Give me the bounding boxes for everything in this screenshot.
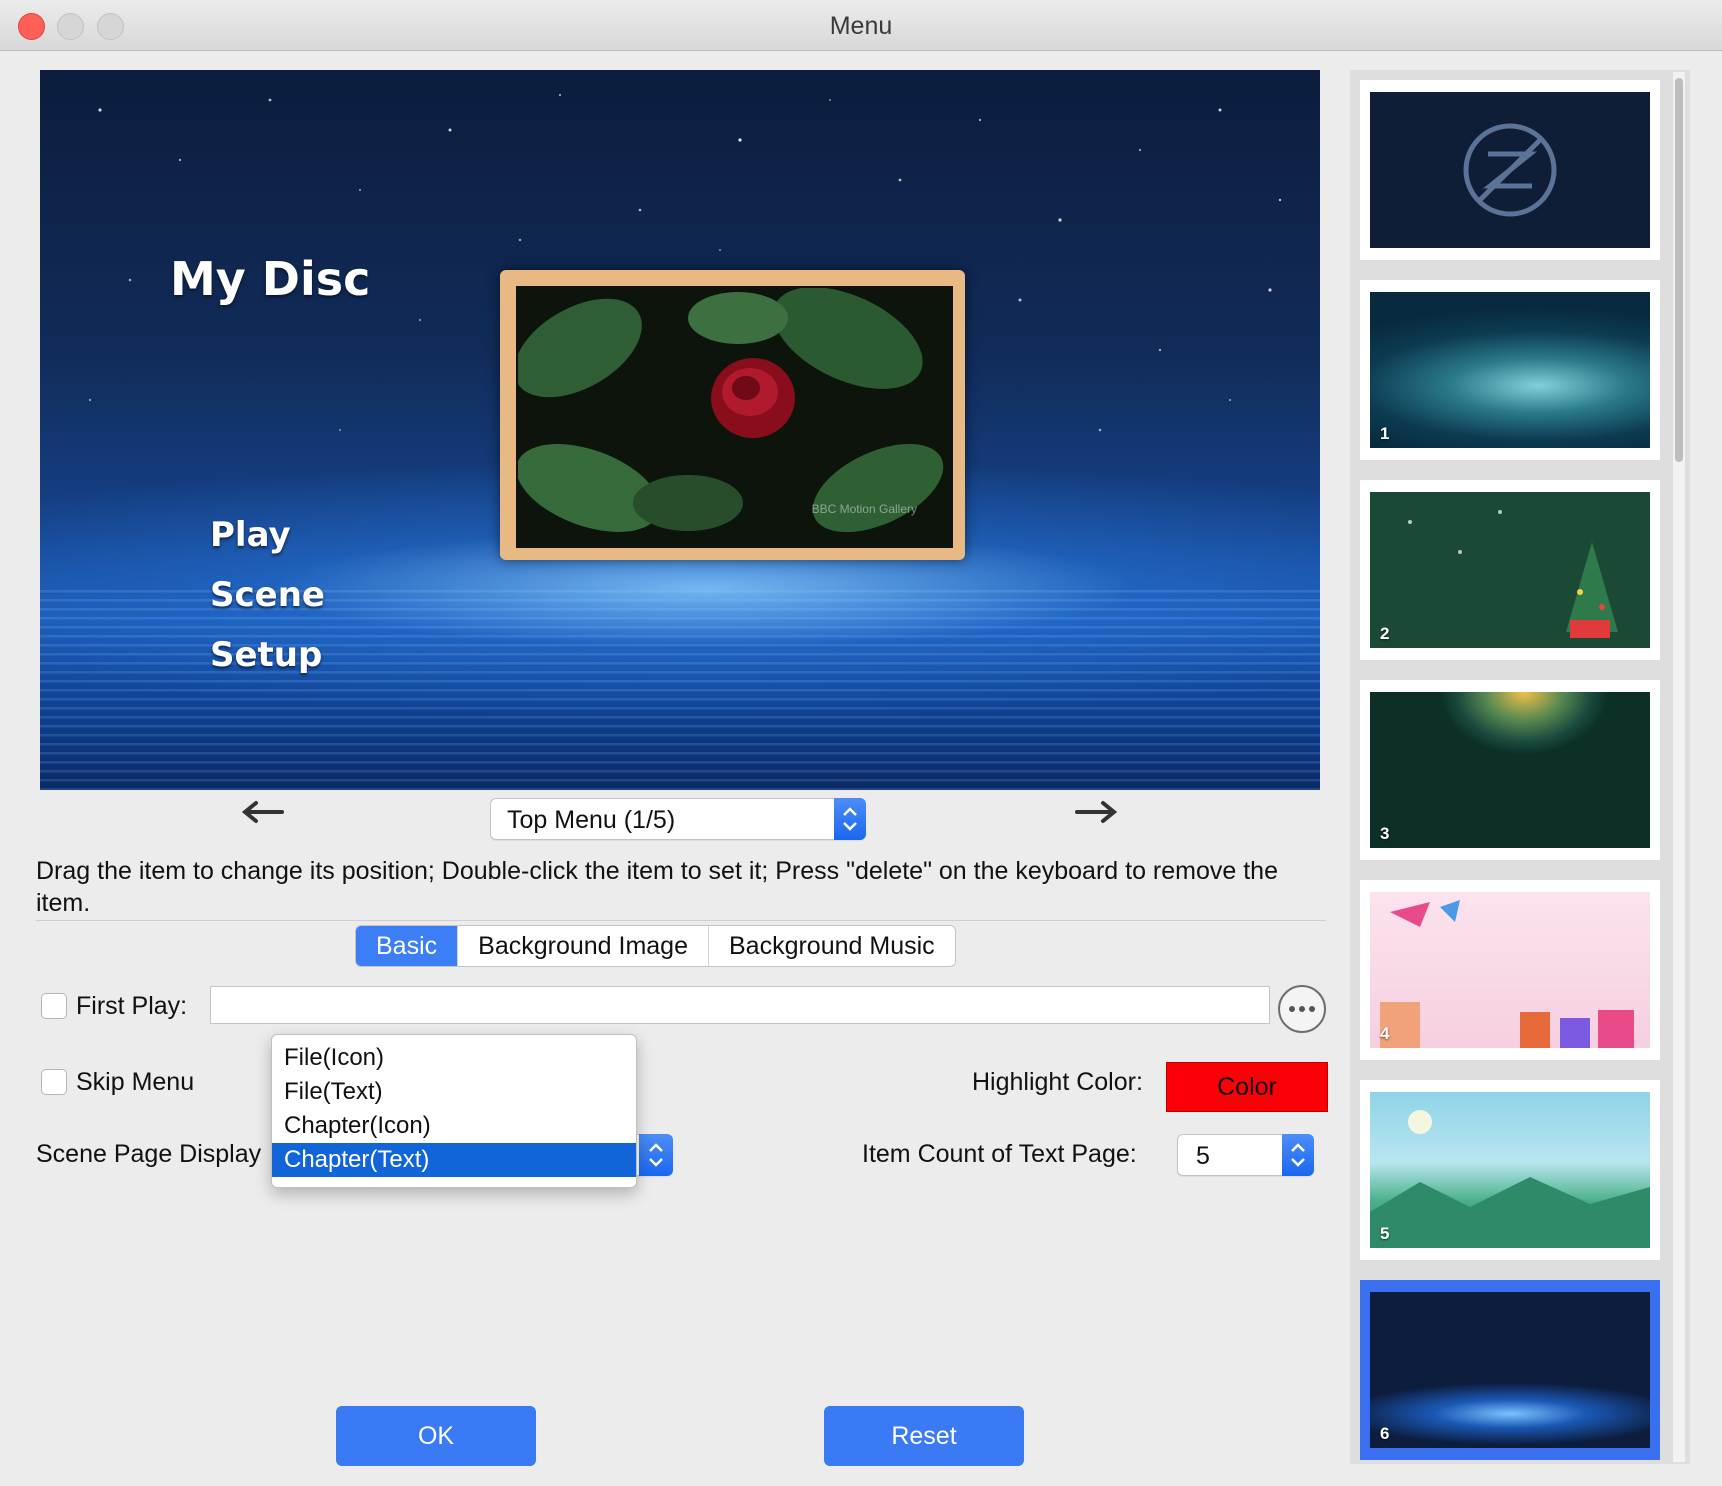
template-number: 5	[1380, 1224, 1390, 1243]
scene-page-display-label: Scene Page Display	[36, 1140, 262, 1168]
menu-item-play[interactable]: Play	[210, 515, 291, 555]
divider	[36, 920, 1326, 921]
first-play-checkbox[interactable]	[41, 993, 67, 1019]
scene-stepper-icon	[639, 1134, 673, 1176]
ok-button[interactable]: OK	[336, 1406, 536, 1466]
title-bar: Menu	[0, 0, 1722, 51]
skip-menu-checkbox[interactable]	[41, 1069, 67, 1095]
skip-menu-label: Skip Menu	[76, 1068, 195, 1096]
first-play-field[interactable]	[210, 986, 1270, 1024]
template-none[interactable]	[1360, 80, 1660, 260]
menu-item-scene[interactable]: Scene	[210, 575, 325, 615]
template-number: 4	[1380, 1024, 1390, 1043]
option-file-icon[interactable]: File(Icon)	[272, 1041, 636, 1075]
no-template-icon	[1463, 123, 1557, 217]
menu-preview[interactable]: My Disc Play Scene Setup BBC Motion Gall…	[40, 70, 1320, 790]
option-file-text[interactable]: File(Text)	[272, 1075, 636, 1109]
tab-basic[interactable]: Basic	[356, 926, 459, 966]
template-5-image	[1370, 1092, 1650, 1248]
first-play-label: First Play:	[76, 992, 188, 1020]
menu-page-select[interactable]: Top Menu (1/5)	[490, 798, 866, 840]
template-2-image	[1370, 492, 1650, 648]
template-1-image	[1370, 292, 1650, 448]
highlight-color-button[interactable]: Color	[1166, 1062, 1328, 1112]
birthday-image	[1380, 900, 1634, 1048]
christmas-tree-image	[1408, 510, 1618, 638]
more-options-icon[interactable]	[1278, 985, 1326, 1033]
landscape-image	[1370, 1110, 1650, 1248]
water-reflection	[40, 590, 1320, 790]
scrollbar-thumb[interactable]	[1675, 78, 1683, 462]
settings-tabs: Basic Background Image Background Music	[355, 925, 956, 967]
template-list[interactable]: 1 2 3 4 5 6	[1350, 70, 1690, 1464]
window-title: Menu	[829, 12, 893, 40]
template-3-image	[1370, 692, 1650, 848]
template-scrollbar[interactable]	[1673, 72, 1685, 1462]
template-none-image	[1370, 92, 1650, 248]
video-thumbnail: BBC Motion Gallery	[516, 286, 953, 548]
template-2[interactable]: 2	[1360, 480, 1660, 660]
scene-page-display-dropdown: File(Icon) File(Text) Chapter(Icon) Chap…	[271, 1034, 637, 1188]
template-5[interactable]: 5	[1360, 1080, 1660, 1260]
option-chapter-icon[interactable]: Chapter(Icon)	[272, 1109, 636, 1143]
template-number: 2	[1380, 624, 1390, 643]
template-number: 6	[1380, 1424, 1390, 1443]
previous-menu-arrow-icon[interactable]	[240, 800, 284, 824]
tab-background-image[interactable]: Background Image	[458, 926, 709, 966]
menu-window: Menu My Disc Play Scene Setup BBC Motion…	[0, 0, 1722, 1486]
template-1[interactable]: 1	[1360, 280, 1660, 460]
template-number: 1	[1380, 424, 1390, 443]
template-4-image	[1370, 892, 1650, 1048]
tab-background-music[interactable]: Background Music	[709, 926, 955, 966]
template-3[interactable]: 3	[1360, 680, 1660, 860]
video-thumbnail-frame[interactable]: BBC Motion Gallery	[500, 270, 965, 560]
menu-item-setup[interactable]: Setup	[210, 635, 322, 675]
video-watermark: BBC Motion Gallery	[811, 502, 917, 516]
template-6-selected[interactable]: 6	[1360, 1280, 1660, 1460]
menu-page-value: Top Menu (1/5)	[507, 806, 676, 834]
select-stepper-icon	[834, 798, 866, 840]
item-count-label: Item Count of Text Page:	[862, 1140, 1137, 1168]
disc-title[interactable]: My Disc	[170, 252, 370, 306]
reset-button[interactable]: Reset	[824, 1406, 1024, 1466]
instruction-text: Drag the item to change its position; Do…	[36, 857, 1278, 917]
next-menu-arrow-icon[interactable]	[1075, 800, 1119, 824]
item-count-stepper-icon	[1282, 1134, 1314, 1176]
item-count-select[interactable]: 5	[1177, 1134, 1314, 1176]
template-number: 3	[1380, 824, 1390, 843]
highlight-color-label: Highlight Color:	[972, 1068, 1143, 1096]
item-count-value: 5	[1196, 1142, 1210, 1170]
template-6-image	[1370, 1292, 1650, 1448]
option-chapter-text[interactable]: Chapter(Text)	[272, 1143, 636, 1177]
template-4[interactable]: 4	[1360, 880, 1660, 1060]
